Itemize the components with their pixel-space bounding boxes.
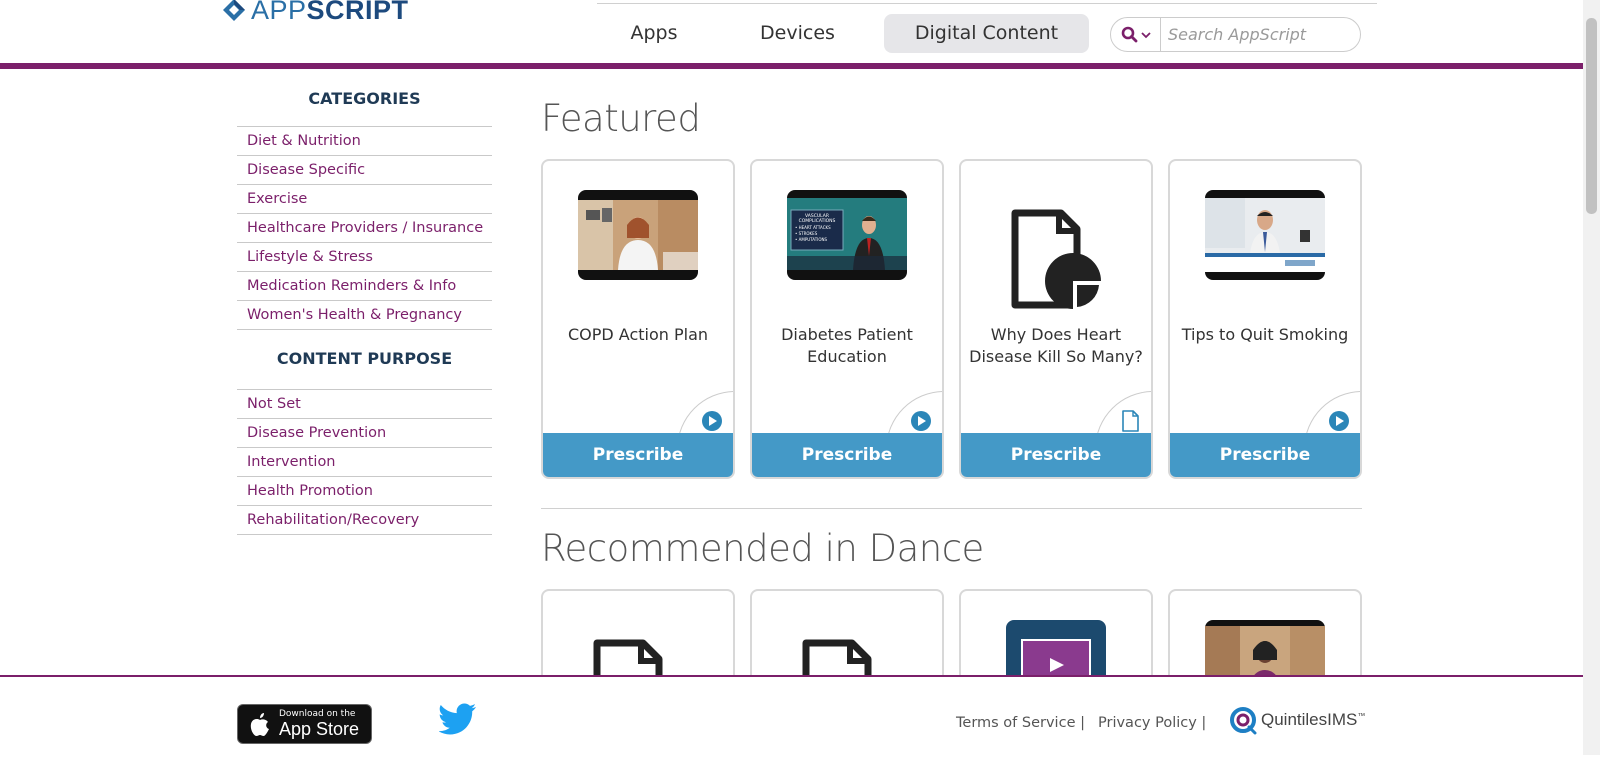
terms-of-service-link[interactable]: Terms of Service | [956,715,1085,731]
nav-tab-devices[interactable]: Devices [740,14,855,53]
prescribe-button[interactable]: Prescribe [543,433,733,477]
sidebar-item-medication-reminders[interactable]: Medication Reminders & Info [237,272,492,301]
company-name: QuintilesIMS™ [1261,710,1366,729]
content-card[interactable]: COPD Action Plan Prescribe [541,159,735,479]
nav-tab-digital-content[interactable]: Digital Content [884,14,1089,53]
prescribe-button[interactable]: Prescribe [1170,433,1360,477]
app-store-big-text: App Store [279,719,360,739]
scrollbar-thumb[interactable] [1586,18,1597,214]
chevron-down-icon [1140,31,1151,38]
sidebar-item-intervention[interactable]: Intervention [237,448,492,477]
appscript-logo[interactable]: APPSCRIPT [222,0,409,25]
thumb-text-line: • AMPUTATIONS [795,237,827,242]
featured-title: Featured [541,97,701,140]
content-card[interactable]: VASCULAR COMPLICATIONS • HEART ATTACKS •… [750,159,944,479]
prescribe-button[interactable]: Prescribe [961,433,1151,477]
sidebar-item-lifestyle-stress[interactable]: Lifestyle & Stress [237,243,492,272]
apple-icon [250,713,269,736]
logo-diamond-icon [223,0,245,21]
video-thumbnail [1205,190,1325,280]
logo-text: APPSCRIPT [251,0,409,25]
thumb-text-line: COMPLICATIONS [799,218,836,224]
prescribe-button[interactable]: Prescribe [752,433,942,477]
footer: Download on the App Store Terms of Servi… [0,675,1583,757]
thumb-text-line: • HEART ATTACKS [795,225,831,230]
quintiles-logo-icon [1230,707,1257,735]
video-icon [1329,411,1349,431]
recommended-title: Recommended in Dance [541,527,984,570]
sidebar-item-diet-nutrition[interactable]: Diet & Nutrition [237,127,492,156]
document-thumbnail-icon [1011,209,1101,309]
sidebar-item-disease-specific[interactable]: Disease Specific [237,156,492,185]
sidebar-item-rehabilitation[interactable]: Rehabilitation/Recovery [237,506,492,535]
search-input[interactable] [1161,24,1360,45]
video-thumbnail: VASCULAR COMPLICATIONS • HEART ATTACKS •… [787,190,907,280]
sidebar-item-disease-prevention[interactable]: Disease Prevention [237,419,492,448]
card-title: Tips to Quit Smoking [1181,325,1349,344]
content-card[interactable]: Why Does Heart Disease Kill So Many? Pre… [959,159,1153,479]
sidebar-item-womens-health[interactable]: Women's Health & Pregnancy [237,301,492,330]
quintilesims-logo[interactable]: QuintilesIMS™ [1229,705,1365,735]
section-divider [541,508,1362,509]
sidebar-item-exercise[interactable]: Exercise [237,185,492,214]
document-icon [1122,410,1139,432]
header-accent-bar [0,63,1583,69]
sidebar-item-healthcare-providers[interactable]: Healthcare Providers / Insurance [237,214,492,243]
video-icon [702,411,722,431]
sidebar: CATEGORIES Diet & Nutrition Disease Spec… [237,83,492,535]
sidebar-item-health-promotion[interactable]: Health Promotion [237,477,492,506]
nav-tab-apps[interactable]: Apps [614,14,694,53]
search-icon [1121,26,1137,43]
header: APPSCRIPT Apps Devices Digital Content [0,0,1583,64]
video-icon [911,411,931,431]
card-title: Diabetes Patient Education [781,325,913,366]
app-store-badge[interactable]: Download on the App Store [237,704,372,744]
privacy-policy-link[interactable]: Privacy Policy | [1098,715,1206,731]
card-title: Why Does Heart Disease Kill So Many? [969,325,1143,366]
app-store-small-text: Download on the [279,709,356,719]
content-card[interactable]: Tips to Quit Smoking Prescribe [1168,159,1362,479]
nav-divider [597,3,1377,4]
sidebar-item-not-set[interactable]: Not Set [237,390,492,419]
thumb-text-line: • STROKES [795,231,818,236]
search-scope-button[interactable] [1111,18,1161,51]
content-purpose-heading: CONTENT PURPOSE [237,330,492,390]
twitter-icon[interactable] [439,703,477,735]
video-thumbnail [578,190,698,280]
search-box [1110,17,1361,52]
categories-heading: CATEGORIES [237,83,492,127]
card-title: COPD Action Plan [567,325,709,344]
scrollbar[interactable] [1583,0,1600,755]
